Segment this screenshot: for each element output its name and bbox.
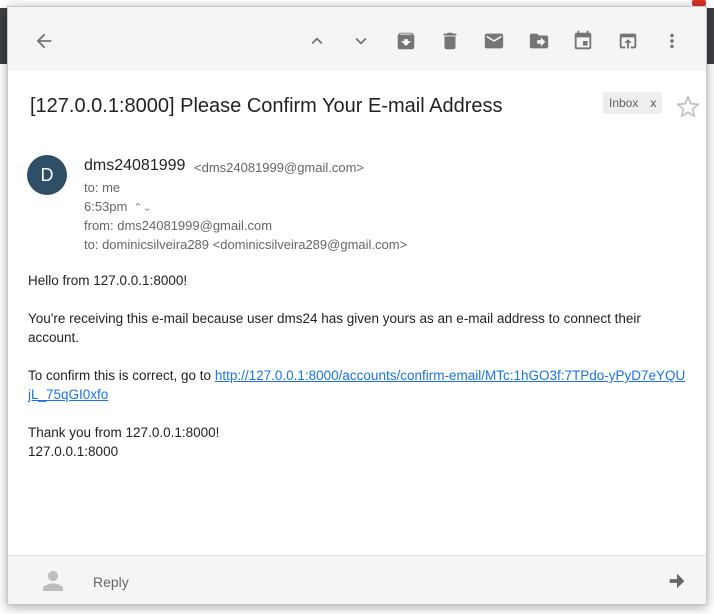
label-chip-text: Inbox <box>609 96 639 110</box>
body-greeting: Hello from 127.0.0.1:8000! <box>28 273 188 288</box>
chevron-down-icon[interactable] <box>347 27 375 55</box>
star-icon[interactable] <box>676 94 700 119</box>
arrow-back-icon[interactable] <box>30 27 58 55</box>
remove-label-button[interactable]: x <box>650 96 656 110</box>
body-signature: 127.0.0.1:8000 <box>28 444 119 459</box>
message-time: 6:53pm <box>84 199 128 214</box>
body-paragraph: You're receiving this e-mail because use… <box>28 311 641 345</box>
expand-details-icon[interactable]: ⌃⌄ <box>133 201 151 214</box>
move-to-icon[interactable] <box>525 27 553 55</box>
body-confirm-paragraph: To confirm this is correct, go to http:/… <box>28 366 688 404</box>
inbox-label-chip[interactable]: Inbox x <box>603 92 663 114</box>
chevron-up-icon[interactable] <box>303 27 331 55</box>
message-body: Hello from 127.0.0.1:8000! You're receiv… <box>28 271 688 461</box>
mail-icon[interactable] <box>480 27 508 55</box>
to-detail: to: dominicsilveira289 <dominicsilveira2… <box>84 237 408 252</box>
from-detail: from: dms24081999@gmail.com <box>84 218 273 233</box>
reply-arrow-icon[interactable] <box>666 570 688 592</box>
confirm-prefix-text: To confirm this is correct, go to <box>28 368 215 383</box>
time-row: 6:53pm ⌃⌄ <box>84 199 152 214</box>
reply-input[interactable]: Reply <box>93 574 129 590</box>
trash-icon[interactable] <box>436 27 464 55</box>
calendar-icon[interactable] <box>569 27 597 55</box>
sender-avatar: D <box>27 155 67 195</box>
subject-row: [127.0.0.1:8000] Please Confirm Your E-m… <box>8 71 706 147</box>
sender-email: <dms24081999@gmail.com> <box>194 160 365 175</box>
message-header: D dms24081999 <dms24081999@gmail.com> to… <box>8 147 706 257</box>
open-in-new-icon[interactable] <box>614 27 642 55</box>
reply-bar: Reply <box>8 555 706 604</box>
person-icon <box>38 566 68 596</box>
more-vert-icon[interactable] <box>658 27 686 55</box>
to-summary: to: me <box>84 180 121 195</box>
email-popup-window: ✕ [127.0.0.1:80 <box>7 6 707 605</box>
toolbar <box>8 7 706 71</box>
body-thanks: Thank you from 127.0.0.1:8000! <box>28 425 220 440</box>
archive-icon[interactable] <box>392 27 420 55</box>
sender-name: dms24081999 <box>84 157 186 174</box>
email-subject: [127.0.0.1:8000] Please Confirm Your E-m… <box>30 95 503 117</box>
